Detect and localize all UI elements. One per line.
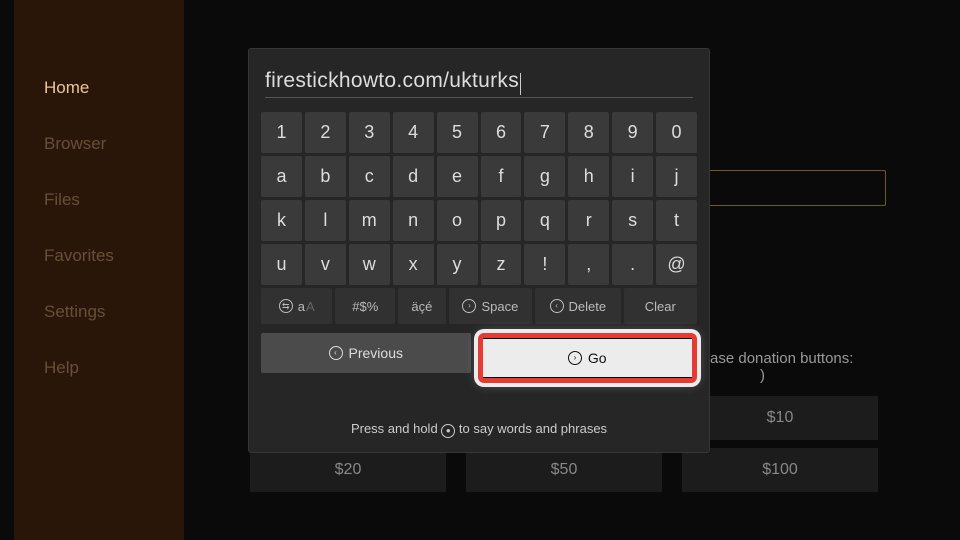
- sidebar-item-settings[interactable]: Settings: [14, 284, 184, 340]
- go-button-highlight: › Go: [478, 333, 698, 383]
- key-.[interactable]: .: [612, 244, 653, 285]
- sidebar-item-browser[interactable]: Browser: [14, 116, 184, 172]
- key-m[interactable]: m: [349, 200, 390, 241]
- key-u[interactable]: u: [261, 244, 302, 285]
- space-key[interactable]: › Space: [449, 288, 532, 324]
- clear-key[interactable]: Clear: [624, 288, 697, 324]
- key-5[interactable]: 5: [437, 112, 478, 153]
- key-x[interactable]: x: [393, 244, 434, 285]
- key-![interactable]: !: [524, 244, 565, 285]
- key-o[interactable]: o: [437, 200, 478, 241]
- key-d[interactable]: d: [393, 156, 434, 197]
- key-b[interactable]: b: [305, 156, 346, 197]
- delete-key[interactable]: ‹ Delete: [535, 288, 620, 324]
- key-h[interactable]: h: [568, 156, 609, 197]
- key-,[interactable]: ,: [568, 244, 609, 285]
- donation-text: ase donation buttons: ): [710, 350, 853, 384]
- mic-icon: ●: [441, 424, 455, 438]
- voice-hint: Press and hold ● to say words and phrase…: [261, 421, 697, 438]
- key-6[interactable]: 6: [481, 112, 522, 153]
- key-e[interactable]: e: [437, 156, 478, 197]
- key-0[interactable]: 0: [656, 112, 697, 153]
- key-y[interactable]: y: [437, 244, 478, 285]
- onscreen-keyboard: firestickhowto.com/ukturks 1234567890 abc…: [248, 48, 710, 453]
- key-w[interactable]: w: [349, 244, 390, 285]
- text-cursor: [520, 73, 521, 95]
- key-i[interactable]: i: [612, 156, 653, 197]
- go-icon: ›: [568, 351, 582, 365]
- key-n[interactable]: n: [393, 200, 434, 241]
- function-row: ⇆ aA #$% äçé › Space ‹ Delete Clear: [261, 288, 697, 324]
- key-@[interactable]: @: [656, 244, 697, 285]
- sidebar-item-files[interactable]: Files: [14, 172, 184, 228]
- key-g[interactable]: g: [524, 156, 565, 197]
- previous-icon: ‹: [329, 346, 343, 360]
- sidebar: Home Browser Files Favorites Settings He…: [14, 0, 184, 540]
- keyboard-input[interactable]: firestickhowto.com/ukturks: [265, 69, 693, 98]
- sidebar-item-favorites[interactable]: Favorites: [14, 228, 184, 284]
- key-v[interactable]: v: [305, 244, 346, 285]
- key-p[interactable]: p: [481, 200, 522, 241]
- key-j[interactable]: j: [656, 156, 697, 197]
- key-l[interactable]: l: [305, 200, 346, 241]
- key-a[interactable]: a: [261, 156, 302, 197]
- shift-key[interactable]: ⇆ aA: [261, 288, 332, 324]
- key-4[interactable]: 4: [393, 112, 434, 153]
- nav-row: ‹ Previous › Go: [261, 333, 697, 383]
- donation-button-100[interactable]: $100: [682, 448, 878, 492]
- key-c[interactable]: c: [349, 156, 390, 197]
- key-s[interactable]: s: [612, 200, 653, 241]
- key-z[interactable]: z: [481, 244, 522, 285]
- delete-icon: ‹: [550, 299, 564, 313]
- donation-button-10[interactable]: $10: [682, 396, 878, 440]
- key-8[interactable]: 8: [568, 112, 609, 153]
- key-q[interactable]: q: [524, 200, 565, 241]
- key-r[interactable]: r: [568, 200, 609, 241]
- key-3[interactable]: 3: [349, 112, 390, 153]
- key-k[interactable]: k: [261, 200, 302, 241]
- key-t[interactable]: t: [656, 200, 697, 241]
- symbols-key[interactable]: #$%: [335, 288, 395, 324]
- accents-key[interactable]: äçé: [398, 288, 446, 324]
- go-button[interactable]: › Go: [483, 338, 693, 378]
- key-1[interactable]: 1: [261, 112, 302, 153]
- space-icon: ›: [462, 299, 476, 313]
- previous-button[interactable]: ‹ Previous: [261, 333, 471, 373]
- key-7[interactable]: 7: [524, 112, 565, 153]
- sidebar-item-home[interactable]: Home: [14, 60, 184, 116]
- key-9[interactable]: 9: [612, 112, 653, 153]
- key-2[interactable]: 2: [305, 112, 346, 153]
- sidebar-item-help[interactable]: Help: [14, 340, 184, 396]
- donation-button-50[interactable]: $50: [466, 448, 662, 492]
- donation-button-20[interactable]: $20: [250, 448, 446, 492]
- shift-icon: ⇆: [279, 299, 293, 313]
- key-grid: 1234567890 abcdefghij klmnopqrst uvwxyz!,.@: [261, 112, 697, 285]
- input-text: firestickhowto.com/ukturks: [265, 69, 519, 93]
- key-f[interactable]: f: [481, 156, 522, 197]
